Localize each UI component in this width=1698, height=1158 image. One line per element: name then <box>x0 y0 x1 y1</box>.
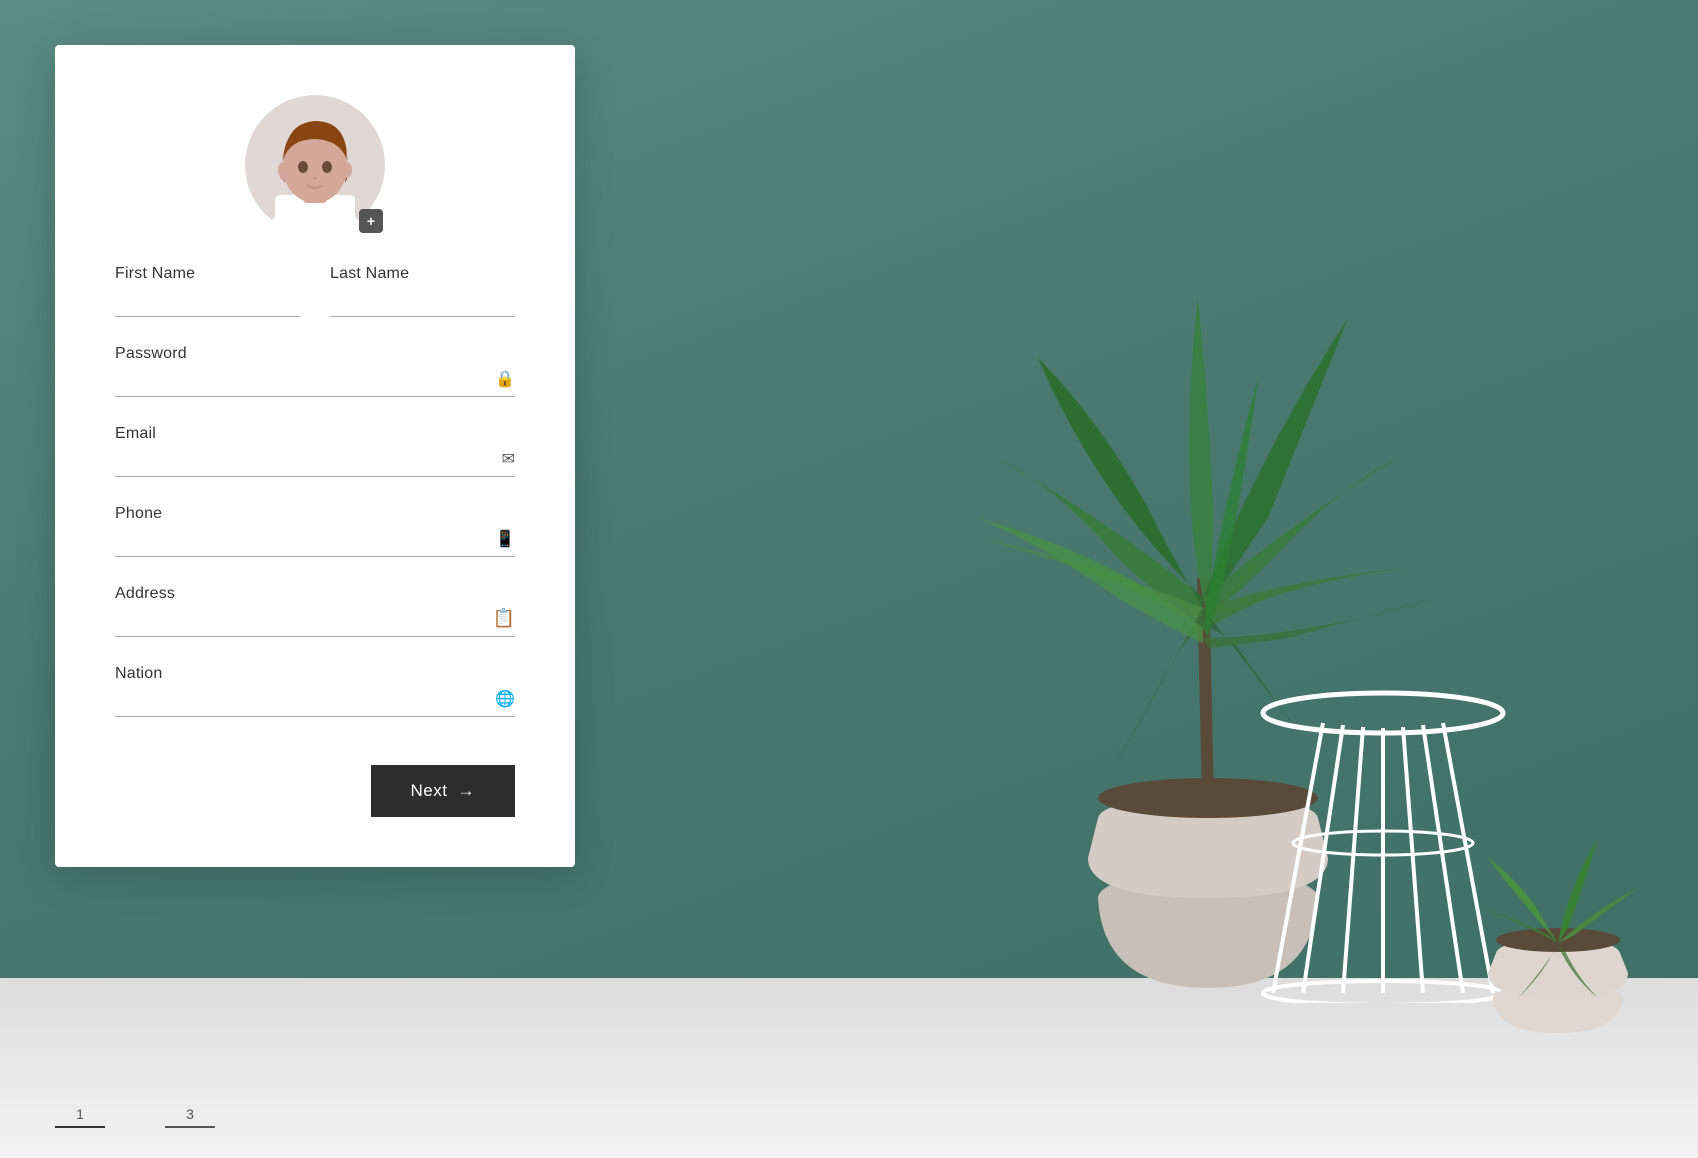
next-button[interactable]: Next → <box>371 765 515 817</box>
nation-label: Nation <box>115 665 515 683</box>
phone-icon: 📱 <box>495 529 515 549</box>
nation-input[interactable] <box>115 689 515 717</box>
first-name-label: First Name <box>115 265 300 283</box>
email-icon: ✉ <box>502 449 515 469</box>
name-row: First Name Last Name <box>115 265 515 345</box>
phone-label: Phone <box>115 505 515 523</box>
first-name-group: First Name <box>115 265 300 317</box>
address-label: Address <box>115 585 515 603</box>
address-icon: 📋 <box>493 608 515 629</box>
add-icon: + <box>367 213 375 229</box>
page-3-number: 3 <box>186 1106 194 1122</box>
address-group: Address 📋 <box>115 585 515 637</box>
next-button-arrow: → <box>458 781 476 801</box>
avatar-area: + <box>245 95 385 235</box>
small-plant-svg <box>1458 798 1658 1038</box>
form-card: + First Name Last Name Password 🔒 Email … <box>55 45 575 867</box>
avatar-add-button[interactable]: + <box>359 209 383 233</box>
lock-icon: 🔒 <box>495 369 515 389</box>
address-input[interactable] <box>115 609 515 637</box>
last-name-input[interactable] <box>330 289 515 317</box>
password-input[interactable] <box>115 369 515 397</box>
phone-group: Phone 📱 <box>115 505 515 557</box>
form-fields: First Name Last Name Password 🔒 Email ✉ … <box>115 265 515 745</box>
page-1-number: 1 <box>76 1106 84 1122</box>
nation-group: Nation 🌐 <box>115 665 515 717</box>
next-button-label: Next <box>411 781 448 801</box>
plant-area <box>598 0 1698 1158</box>
pagination: 1 3 <box>55 1106 575 1128</box>
last-name-group: Last Name <box>330 265 515 317</box>
first-name-input[interactable] <box>115 289 300 317</box>
page-3-item: 3 <box>165 1106 215 1128</box>
last-name-label: Last Name <box>330 265 515 283</box>
phone-input[interactable] <box>115 529 515 557</box>
page-1-item: 1 <box>55 1106 105 1128</box>
password-label: Password <box>115 345 515 363</box>
password-group: Password 🔒 <box>115 345 515 397</box>
page-1-line <box>55 1126 105 1128</box>
email-group: Email ✉ <box>115 425 515 477</box>
email-label: Email <box>115 425 515 443</box>
email-input[interactable] <box>115 449 515 477</box>
nation-icon: 🌐 <box>495 689 515 709</box>
page-3-line <box>165 1126 215 1128</box>
